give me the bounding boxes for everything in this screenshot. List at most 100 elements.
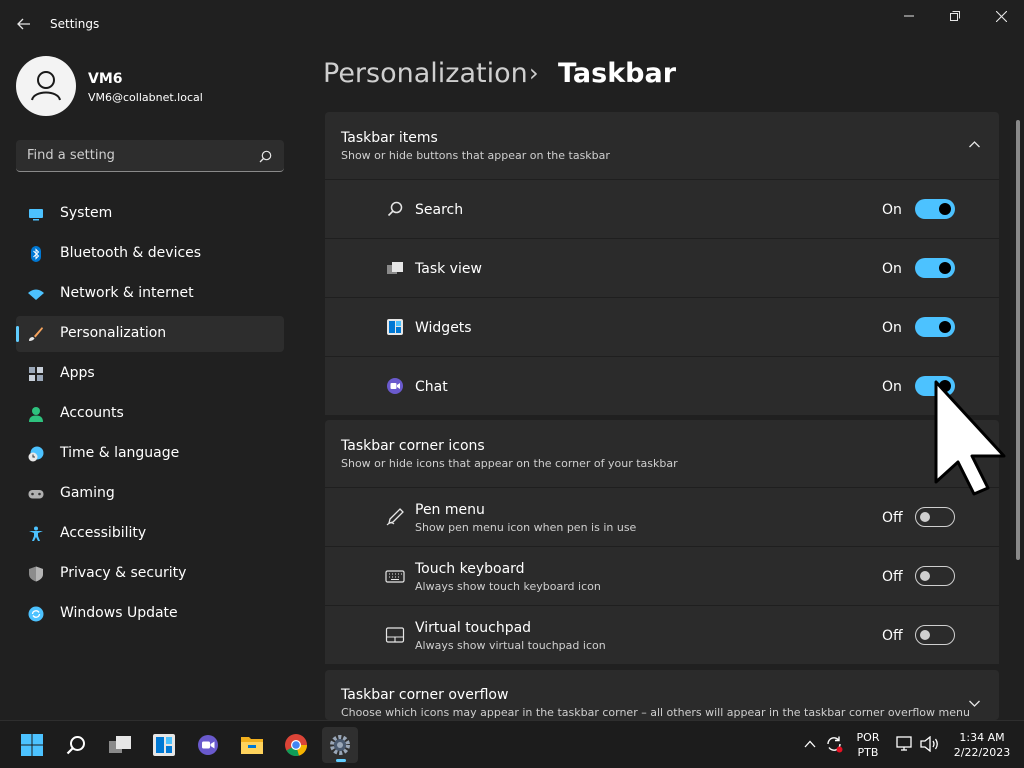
- section-title: Taskbar corner overflow: [341, 687, 509, 703]
- restore-button[interactable]: [932, 0, 978, 32]
- sidebar-item-label: Privacy & security: [60, 565, 187, 581]
- taskbar-chrome-button[interactable]: [278, 727, 314, 763]
- taskbar-items-section: Taskbar items Show or hide buttons that …: [325, 112, 999, 415]
- keyboard-icon: [385, 570, 405, 583]
- corner-icons-header: Taskbar corner icons Show or hide icons …: [325, 420, 999, 487]
- toggle-knob: [920, 630, 930, 640]
- search-input[interactable]: Find a setting: [27, 148, 115, 163]
- sidebar-item-label: Gaming: [60, 485, 115, 501]
- sidebar-item-apps[interactable]: Apps: [16, 356, 284, 392]
- setting-row-touch-keyboard: Touch keyboard Always show touch keyboar…: [325, 546, 999, 605]
- avatar[interactable]: [16, 56, 76, 116]
- widgets-toggle[interactable]: [915, 317, 955, 337]
- shield-icon: [29, 566, 43, 582]
- user-icon: [31, 71, 61, 101]
- close-button[interactable]: [978, 0, 1024, 32]
- section-title: Taskbar corner icons: [341, 438, 485, 454]
- toggle-state-text: Off: [882, 569, 903, 585]
- active-app-indicator: [336, 759, 346, 762]
- chat-icon: [387, 378, 403, 394]
- search-toggle[interactable]: [915, 199, 955, 219]
- setting-label: Virtual touchpad: [415, 620, 532, 636]
- start-icon: [21, 734, 43, 756]
- title-bar: Settings: [0, 0, 1024, 48]
- wifi-icon: [28, 289, 44, 300]
- task-view-icon: [109, 736, 131, 753]
- toggle-state-text: On: [882, 320, 902, 336]
- taskbar-widgets-button[interactable]: [146, 727, 182, 763]
- clock[interactable]: 1:34 AM 2/22/2023: [950, 730, 1014, 760]
- setting-row-search: Search On: [325, 179, 999, 238]
- setting-description: Always show virtual touchpad icon: [415, 639, 606, 652]
- taskbar-file-explorer-button[interactable]: [234, 727, 270, 763]
- chevron-down-icon: [969, 700, 980, 707]
- scrollbar[interactable]: [1016, 120, 1020, 560]
- restore-icon: [950, 11, 960, 21]
- date-text: 2/22/2023: [953, 746, 1011, 759]
- task-view-toggle[interactable]: [915, 258, 955, 278]
- setting-row-task-view: Task view On: [325, 238, 999, 297]
- search-box[interactable]: Find a setting: [16, 140, 284, 172]
- search-icon: [259, 150, 272, 163]
- section-subtitle: Choose which icons may appear in the tas…: [341, 706, 970, 719]
- taskbar-chat-button[interactable]: [190, 727, 226, 763]
- setting-label: Widgets: [415, 320, 472, 336]
- sidebar-item-accessibility[interactable]: Accessibility: [16, 516, 284, 552]
- section-title: Taskbar items: [341, 130, 438, 146]
- sidebar-item-accounts[interactable]: Accounts: [16, 396, 284, 432]
- profile-email: VM6@collabnet.local: [88, 91, 203, 104]
- sidebar-item-network[interactable]: Network & internet: [16, 276, 284, 312]
- taskbar-corner-overflow-section[interactable]: Taskbar corner overflow Choose which ico…: [325, 670, 999, 720]
- sidebar-item-label: Windows Update: [60, 605, 178, 621]
- volume-icon[interactable]: [920, 736, 940, 752]
- minimize-button[interactable]: [886, 0, 932, 32]
- breadcrumb-parent[interactable]: Personalization: [323, 58, 528, 89]
- toggle-knob: [920, 571, 930, 581]
- sync-icon[interactable]: [824, 734, 844, 754]
- virtual-touchpad-toggle[interactable]: [915, 625, 955, 645]
- start-button[interactable]: [14, 727, 50, 763]
- setting-row-virtual-touchpad: Virtual touchpad Always show virtual tou…: [325, 605, 999, 664]
- touchpad-icon: [385, 627, 405, 643]
- sidebar-item-personalization[interactable]: Personalization: [16, 316, 284, 352]
- setting-row-pen-menu: Pen menu Show pen menu icon when pen is …: [325, 487, 999, 546]
- back-button[interactable]: [8, 8, 40, 40]
- sidebar-item-label: Bluetooth & devices: [60, 245, 202, 261]
- sidebar-item-bluetooth[interactable]: Bluetooth & devices: [16, 236, 284, 272]
- taskbar-task-view-button[interactable]: [102, 727, 138, 763]
- chevron-up-icon: [969, 141, 980, 148]
- selection-indicator: [16, 326, 19, 342]
- sidebar-item-time-language[interactable]: Time & language: [16, 436, 284, 472]
- task-view-icon: [387, 262, 403, 274]
- taskbar-search-button[interactable]: [58, 727, 94, 763]
- search-icon: [66, 736, 85, 755]
- setting-description: Always show touch keyboard icon: [415, 580, 601, 593]
- sidebar-item-windows-update[interactable]: Windows Update: [16, 596, 284, 632]
- toggle-state-text: Off: [882, 628, 903, 644]
- time-text: 1:34 AM: [959, 731, 1005, 744]
- taskbar-corner-icons-section: Taskbar corner icons Show or hide icons …: [325, 420, 999, 664]
- chevron-up-icon[interactable]: [804, 740, 816, 748]
- settings-icon: [330, 735, 350, 755]
- setting-label: Touch keyboard: [415, 561, 525, 577]
- clock-globe-icon: [28, 446, 44, 462]
- update-icon: [28, 606, 44, 622]
- accounts-icon: [29, 407, 43, 422]
- taskbar-settings-button[interactable]: [322, 727, 358, 763]
- setting-label: Search: [415, 202, 464, 218]
- window-title: Settings: [50, 17, 100, 31]
- pen-icon: [386, 508, 404, 526]
- touch-keyboard-toggle[interactable]: [915, 566, 955, 586]
- section-subtitle: Show or hide buttons that appear on the …: [341, 149, 610, 162]
- sidebar-item-label: Accounts: [60, 405, 124, 421]
- pen-menu-toggle[interactable]: [915, 507, 955, 527]
- sidebar-item-system[interactable]: System: [16, 196, 284, 232]
- sidebar-item-privacy-security[interactable]: Privacy & security: [16, 556, 284, 592]
- language-indicator[interactable]: POR PTB: [852, 730, 884, 760]
- network-icon[interactable]: [896, 736, 914, 752]
- toggle-state-text: On: [882, 379, 902, 395]
- toggle-knob: [939, 262, 951, 274]
- sidebar-item-gaming[interactable]: Gaming: [16, 476, 284, 512]
- taskbar-items-header[interactable]: Taskbar items Show or hide buttons that …: [325, 112, 999, 179]
- breadcrumb-separator: ›: [529, 59, 539, 87]
